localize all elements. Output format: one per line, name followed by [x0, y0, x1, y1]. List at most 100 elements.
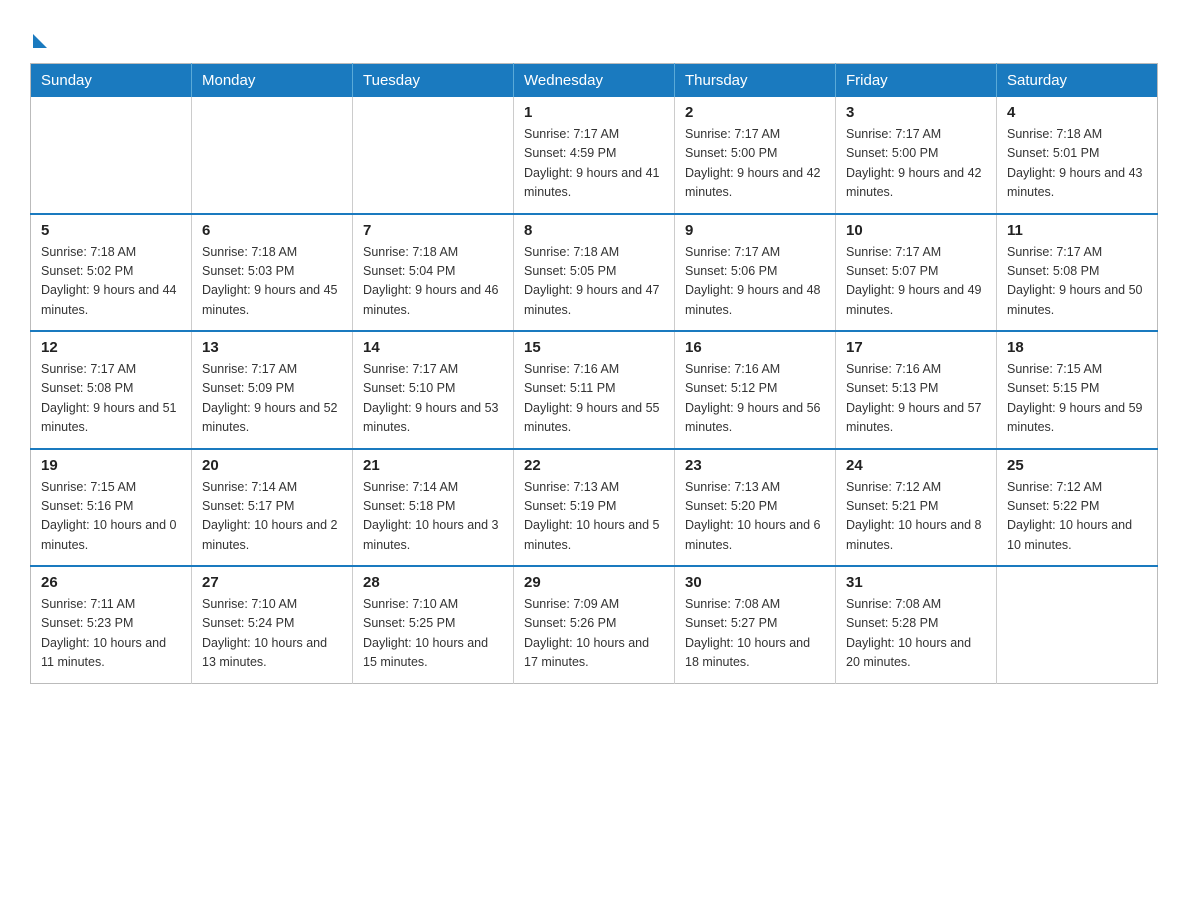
day-number: 9: [685, 222, 825, 239]
weekday-header-wednesday: Wednesday: [514, 64, 675, 98]
day-number: 15: [524, 339, 664, 356]
weekday-header-monday: Monday: [192, 64, 353, 98]
day-info: Sunrise: 7:17 AM Sunset: 5:08 PM Dayligh…: [1007, 243, 1147, 321]
weekday-header-thursday: Thursday: [675, 64, 836, 98]
day-number: 1: [524, 104, 664, 121]
calendar-week-row: 5 Sunrise: 7:18 AM Sunset: 5:02 PM Daylig…: [31, 214, 1158, 332]
day-number: 14: [363, 339, 503, 356]
calendar-table: SundayMondayTuesdayWednesdayThursdayFrid…: [30, 63, 1158, 684]
day-info: Sunrise: 7:12 AM Sunset: 5:22 PM Dayligh…: [1007, 478, 1147, 556]
day-info: Sunrise: 7:17 AM Sunset: 5:08 PM Dayligh…: [41, 360, 181, 438]
calendar-cell: 20 Sunrise: 7:14 AM Sunset: 5:17 PM Dayli…: [192, 449, 353, 567]
calendar-cell: 15 Sunrise: 7:16 AM Sunset: 5:11 PM Dayli…: [514, 331, 675, 449]
day-number: 8: [524, 222, 664, 239]
day-info: Sunrise: 7:16 AM Sunset: 5:11 PM Dayligh…: [524, 360, 664, 438]
day-number: 31: [846, 574, 986, 591]
day-number: 11: [1007, 222, 1147, 239]
calendar-cell: 9 Sunrise: 7:17 AM Sunset: 5:06 PM Daylig…: [675, 214, 836, 332]
day-info: Sunrise: 7:17 AM Sunset: 5:10 PM Dayligh…: [363, 360, 503, 438]
day-number: 21: [363, 457, 503, 474]
day-info: Sunrise: 7:18 AM Sunset: 5:05 PM Dayligh…: [524, 243, 664, 321]
day-info: Sunrise: 7:08 AM Sunset: 5:28 PM Dayligh…: [846, 595, 986, 673]
day-info: Sunrise: 7:16 AM Sunset: 5:13 PM Dayligh…: [846, 360, 986, 438]
day-number: 23: [685, 457, 825, 474]
day-number: 27: [202, 574, 342, 591]
day-info: Sunrise: 7:08 AM Sunset: 5:27 PM Dayligh…: [685, 595, 825, 673]
day-info: Sunrise: 7:13 AM Sunset: 5:19 PM Dayligh…: [524, 478, 664, 556]
calendar-cell: 1 Sunrise: 7:17 AM Sunset: 4:59 PM Daylig…: [514, 97, 675, 214]
day-info: Sunrise: 7:11 AM Sunset: 5:23 PM Dayligh…: [41, 595, 181, 673]
day-info: Sunrise: 7:18 AM Sunset: 5:01 PM Dayligh…: [1007, 125, 1147, 203]
day-info: Sunrise: 7:18 AM Sunset: 5:03 PM Dayligh…: [202, 243, 342, 321]
calendar-cell: 19 Sunrise: 7:15 AM Sunset: 5:16 PM Dayli…: [31, 449, 192, 567]
calendar-cell: 25 Sunrise: 7:12 AM Sunset: 5:22 PM Dayli…: [997, 449, 1158, 567]
weekday-header-row: SundayMondayTuesdayWednesdayThursdayFrid…: [31, 64, 1158, 98]
calendar-cell: 28 Sunrise: 7:10 AM Sunset: 5:25 PM Dayli…: [353, 566, 514, 683]
day-info: Sunrise: 7:17 AM Sunset: 5:07 PM Dayligh…: [846, 243, 986, 321]
day-info: Sunrise: 7:18 AM Sunset: 5:04 PM Dayligh…: [363, 243, 503, 321]
day-number: 22: [524, 457, 664, 474]
day-number: 18: [1007, 339, 1147, 356]
calendar-cell: 12Sunrise: 7:17 AM Sunset: 5:08 PM Dayli…: [31, 331, 192, 449]
day-number: 26: [41, 574, 181, 591]
day-number: 2: [685, 104, 825, 121]
day-info: Sunrise: 7:17 AM Sunset: 4:59 PM Dayligh…: [524, 125, 664, 203]
calendar-cell: 8 Sunrise: 7:18 AM Sunset: 5:05 PM Daylig…: [514, 214, 675, 332]
day-number: 6: [202, 222, 342, 239]
day-number: 19: [41, 457, 181, 474]
day-info: Sunrise: 7:17 AM Sunset: 5:06 PM Dayligh…: [685, 243, 825, 321]
calendar-cell: [997, 566, 1158, 683]
calendar-cell: 14 Sunrise: 7:17 AM Sunset: 5:10 PM Dayli…: [353, 331, 514, 449]
calendar-cell: [353, 97, 514, 214]
day-info: Sunrise: 7:17 AM Sunset: 5:00 PM Dayligh…: [846, 125, 986, 203]
calendar-cell: 21 Sunrise: 7:14 AM Sunset: 5:18 PM Dayli…: [353, 449, 514, 567]
day-info: Sunrise: 7:15 AM Sunset: 5:16 PM Dayligh…: [41, 478, 181, 556]
day-info: Sunrise: 7:13 AM Sunset: 5:20 PM Dayligh…: [685, 478, 825, 556]
day-number: 5: [41, 222, 181, 239]
logo: [30, 30, 47, 43]
day-info: Sunrise: 7:17 AM Sunset: 5:00 PM Dayligh…: [685, 125, 825, 203]
day-number: 17: [846, 339, 986, 356]
day-info: Sunrise: 7:12 AM Sunset: 5:21 PM Dayligh…: [846, 478, 986, 556]
day-info: Sunrise: 7:17 AM Sunset: 5:09 PM Dayligh…: [202, 360, 342, 438]
calendar-week-row: 26 Sunrise: 7:11 AM Sunset: 5:23 PM Dayli…: [31, 566, 1158, 683]
calendar-cell: 13 Sunrise: 7:17 AM Sunset: 5:09 PM Dayli…: [192, 331, 353, 449]
day-info: Sunrise: 7:14 AM Sunset: 5:17 PM Dayligh…: [202, 478, 342, 556]
day-number: 29: [524, 574, 664, 591]
day-number: 13: [202, 339, 342, 356]
calendar-cell: [31, 97, 192, 214]
day-number: 24: [846, 457, 986, 474]
calendar-cell: 17 Sunrise: 7:16 AM Sunset: 5:13 PM Dayli…: [836, 331, 997, 449]
day-number: 28: [363, 574, 503, 591]
calendar-cell: 23 Sunrise: 7:13 AM Sunset: 5:20 PM Dayli…: [675, 449, 836, 567]
day-info: Sunrise: 7:18 AM Sunset: 5:02 PM Dayligh…: [41, 243, 181, 321]
day-number: 16: [685, 339, 825, 356]
weekday-header-tuesday: Tuesday: [353, 64, 514, 98]
calendar-cell: 11 Sunrise: 7:17 AM Sunset: 5:08 PM Dayli…: [997, 214, 1158, 332]
calendar-cell: [192, 97, 353, 214]
day-number: 7: [363, 222, 503, 239]
calendar-cell: 7 Sunrise: 7:18 AM Sunset: 5:04 PM Daylig…: [353, 214, 514, 332]
calendar-cell: 24 Sunrise: 7:12 AM Sunset: 5:21 PM Dayli…: [836, 449, 997, 567]
calendar-week-row: 1 Sunrise: 7:17 AM Sunset: 4:59 PM Daylig…: [31, 97, 1158, 214]
day-info: Sunrise: 7:14 AM Sunset: 5:18 PM Dayligh…: [363, 478, 503, 556]
weekday-header-sunday: Sunday: [31, 64, 192, 98]
day-number: 25: [1007, 457, 1147, 474]
day-number: 3: [846, 104, 986, 121]
calendar-week-row: 12Sunrise: 7:17 AM Sunset: 5:08 PM Dayli…: [31, 331, 1158, 449]
calendar-cell: 30Sunrise: 7:08 AM Sunset: 5:27 PM Dayli…: [675, 566, 836, 683]
calendar-cell: 10Sunrise: 7:17 AM Sunset: 5:07 PM Dayli…: [836, 214, 997, 332]
calendar-cell: 29Sunrise: 7:09 AM Sunset: 5:26 PM Dayli…: [514, 566, 675, 683]
calendar-week-row: 19 Sunrise: 7:15 AM Sunset: 5:16 PM Dayli…: [31, 449, 1158, 567]
page-header: [30, 20, 1158, 43]
calendar-cell: 26 Sunrise: 7:11 AM Sunset: 5:23 PM Dayli…: [31, 566, 192, 683]
calendar-cell: 18Sunrise: 7:15 AM Sunset: 5:15 PM Dayli…: [997, 331, 1158, 449]
calendar-cell: 31 Sunrise: 7:08 AM Sunset: 5:28 PM Dayli…: [836, 566, 997, 683]
calendar-cell: 22 Sunrise: 7:13 AM Sunset: 5:19 PM Dayli…: [514, 449, 675, 567]
calendar-cell: 3 Sunrise: 7:17 AM Sunset: 5:00 PM Daylig…: [836, 97, 997, 214]
weekday-header-saturday: Saturday: [997, 64, 1158, 98]
day-info: Sunrise: 7:10 AM Sunset: 5:25 PM Dayligh…: [363, 595, 503, 673]
day-number: 20: [202, 457, 342, 474]
day-info: Sunrise: 7:16 AM Sunset: 5:12 PM Dayligh…: [685, 360, 825, 438]
logo-triangle-icon: [33, 34, 47, 48]
